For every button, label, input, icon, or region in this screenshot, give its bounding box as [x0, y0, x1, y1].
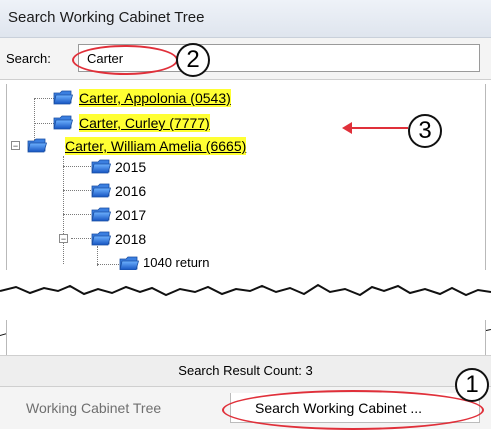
collapse-toggle[interactable]: −: [59, 234, 68, 244]
collapse-toggle[interactable]: −: [11, 141, 20, 151]
year-label: 2016: [115, 183, 147, 199]
title-bar: Search Working Cabinet Tree: [0, 0, 491, 38]
tree-panel-bottom: [6, 320, 486, 358]
folder-icon: [27, 137, 47, 153]
search-result-count: Search Result Count: 3: [0, 355, 491, 387]
tree-node-label: Carter, Appolonia (0543): [79, 89, 231, 107]
tree-connector: [63, 190, 93, 191]
folder-icon: [53, 114, 73, 130]
tree-connector: [63, 214, 93, 215]
tree-connector: [71, 238, 93, 239]
tree-node-label: Carter, William Amelia (6665): [65, 137, 247, 155]
window-title: Search Working Cabinet Tree: [8, 9, 205, 26]
result-tree: Carter, Appolonia (0543) Carter, Curley …: [6, 84, 486, 274]
year-label: 2017: [115, 207, 147, 223]
tree-connector: [97, 264, 119, 265]
folder-icon: [91, 230, 111, 246]
tree-connector: [63, 156, 64, 264]
annotation-marker-1: 1: [455, 368, 489, 402]
year-label: 2015: [115, 159, 147, 175]
folder-icon: [53, 89, 73, 105]
annotation-marker-3: 3: [408, 114, 442, 148]
folder-icon: [91, 158, 111, 174]
annotation-ellipse-search: [72, 45, 178, 75]
folder-icon: [119, 255, 139, 271]
folder-icon: [91, 206, 111, 222]
year-label: 2018: [115, 231, 147, 247]
folder-icon: [91, 182, 111, 198]
annotation-arrow: [342, 122, 408, 134]
tree-connector: [97, 246, 98, 266]
annotation-ellipse-tab: [222, 390, 484, 430]
annotation-marker-2: 2: [176, 43, 210, 77]
search-label: Search:: [6, 51, 51, 66]
tab-working-cabinet-tree[interactable]: Working Cabinet Tree: [26, 400, 161, 416]
tree-connector: [63, 166, 93, 167]
tree-node-label: Carter, Curley (7777): [79, 114, 210, 132]
